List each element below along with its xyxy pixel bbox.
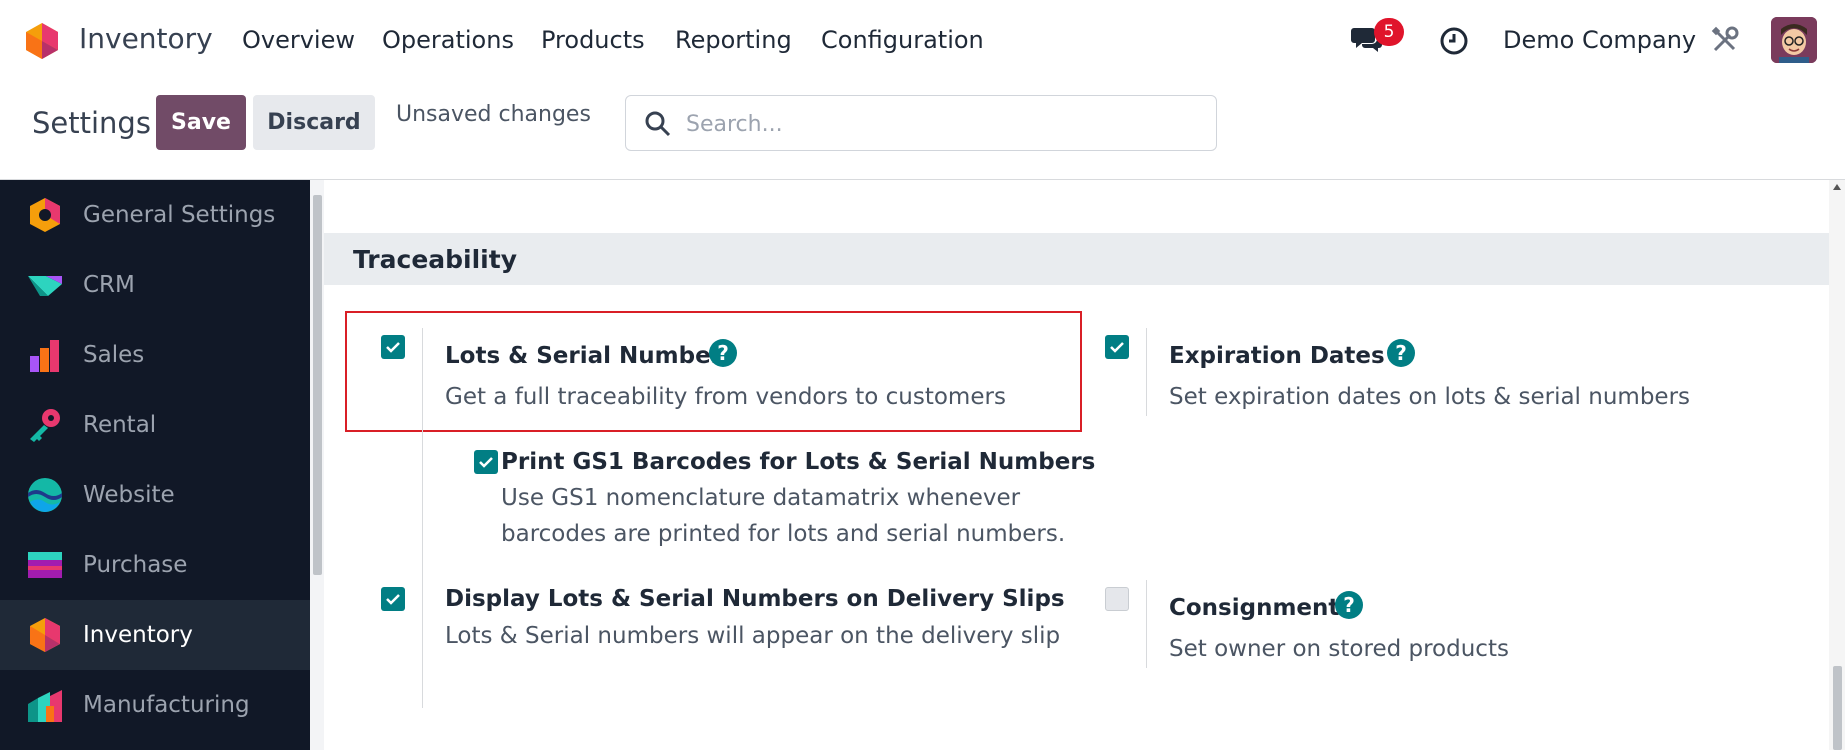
scroll-up-arrow-icon[interactable]	[1833, 184, 1841, 190]
delivery-slips-checkbox[interactable]	[381, 587, 405, 611]
gs1-title: Print GS1 Barcodes for Lots & Serial Num…	[501, 449, 1096, 475]
sidebar-item-label: Purchase	[83, 552, 188, 578]
setting-divider	[1146, 580, 1147, 668]
help-icon[interactable]: ?	[1334, 590, 1364, 620]
help-icon[interactable]: ?	[1386, 338, 1416, 368]
checkmark-icon	[1110, 342, 1124, 353]
crm-icon	[28, 276, 62, 296]
gs1-checkbox[interactable]	[474, 450, 498, 474]
tools-icon[interactable]	[1710, 25, 1740, 55]
sidebar-item-inventory[interactable]: Inventory	[0, 600, 310, 670]
menu-reporting[interactable]: Reporting	[675, 26, 792, 54]
discard-button[interactable]: Discard	[253, 95, 375, 150]
menu-overview[interactable]: Overview	[242, 26, 355, 54]
gs1-desc-line2: barcodes are printed for lots and serial…	[501, 521, 1066, 547]
svg-text:?: ?	[1395, 341, 1407, 365]
delivery-slips-title: Display Lots & Serial Numbers on Deliver…	[445, 586, 1065, 612]
sidebar-item-label: Manufacturing	[83, 692, 250, 718]
highlight-box	[345, 311, 1082, 432]
search-icon	[645, 111, 671, 137]
menu-operations[interactable]: Operations	[382, 26, 514, 54]
purchase-icon	[28, 552, 62, 578]
sidebar-item-crm[interactable]: CRM	[0, 250, 310, 320]
expiration-checkbox[interactable]	[1105, 335, 1129, 359]
section-title: Traceability	[353, 245, 518, 274]
settings-sidebar: General Settings CRM Sales Rental Websit…	[0, 180, 310, 750]
company-switcher[interactable]: Demo Company	[1503, 26, 1696, 54]
checkmark-icon	[386, 594, 400, 605]
sidebar-item-label: Rental	[83, 412, 157, 438]
content-scrollbar[interactable]	[1829, 180, 1845, 750]
rental-icon	[30, 409, 60, 442]
menu-products[interactable]: Products	[541, 26, 645, 54]
lots-serial-title: Lots & Serial Numbers	[445, 343, 736, 369]
sidebar-item-label: General Settings	[83, 202, 276, 228]
general-settings-icon	[30, 198, 60, 232]
svg-text:?: ?	[1343, 593, 1355, 617]
checkmark-icon	[386, 342, 400, 353]
inventory-app-icon[interactable]	[24, 22, 60, 60]
inventory-icon	[30, 618, 60, 652]
sidebar-item-general-settings[interactable]: General Settings	[0, 180, 310, 250]
sidebar-scrollbar[interactable]	[310, 180, 324, 750]
expiration-desc: Set expiration dates on lots & serial nu…	[1169, 384, 1691, 410]
unsaved-status: Unsaved changes	[396, 102, 591, 127]
lots-serial-checkbox[interactable]	[381, 335, 405, 359]
sales-icon	[30, 340, 59, 372]
expiration-title: Expiration Dates	[1169, 343, 1385, 369]
setting-divider	[422, 328, 423, 708]
setting-divider	[1146, 328, 1147, 416]
menu-configuration[interactable]: Configuration	[821, 26, 984, 54]
app-name[interactable]: Inventory	[79, 22, 213, 55]
gs1-desc-line1: Use GS1 nomenclature datamatrix whenever	[501, 485, 1021, 511]
sidebar-item-label: Sales	[83, 342, 145, 368]
sidebar-item-manufacturing[interactable]: Manufacturing	[0, 670, 310, 740]
help-icon[interactable]: ?	[708, 338, 738, 368]
top-navbar: Inventory Overview Operations Products R…	[0, 0, 1845, 80]
page-title: Settings	[32, 106, 151, 140]
user-avatar[interactable]	[1771, 17, 1817, 63]
manufacturing-icon	[28, 690, 62, 722]
sidebar-item-label: CRM	[83, 272, 135, 298]
sidebar-item-website[interactable]: Website	[0, 460, 310, 530]
svg-text:?: ?	[717, 341, 729, 365]
section-header: Traceability	[324, 233, 1829, 285]
sidebar-item-label: Website	[83, 482, 175, 508]
website-icon	[28, 478, 62, 512]
sidebar-item-sales[interactable]: Sales	[0, 320, 310, 390]
lots-serial-desc: Get a full traceability from vendors to …	[445, 384, 1006, 410]
sidebar-item-label: Inventory	[83, 622, 193, 648]
consignment-desc: Set owner on stored products	[1169, 636, 1509, 662]
settings-content: Traceability Lots & Serial Numbers ? Get…	[324, 180, 1829, 750]
sidebar-scrollbar-thumb[interactable]	[313, 195, 322, 575]
clock-icon[interactable]	[1439, 26, 1469, 56]
save-button[interactable]: Save	[156, 95, 246, 150]
sidebar-item-rental[interactable]: Rental	[0, 390, 310, 460]
checkmark-icon	[479, 457, 493, 468]
chat-badge: 5	[1374, 18, 1404, 46]
content-scrollbar-thumb[interactable]	[1833, 666, 1842, 750]
search-box[interactable]	[625, 95, 1217, 151]
consignment-checkbox[interactable]	[1105, 587, 1129, 611]
consignment-title: Consignment	[1169, 595, 1340, 621]
sidebar-item-purchase[interactable]: Purchase	[0, 530, 310, 600]
search-input[interactable]	[686, 106, 1196, 142]
delivery-slips-desc: Lots & Serial numbers will appear on the…	[445, 623, 1061, 649]
control-panel: Settings Save Discard Unsaved changes	[0, 80, 1845, 180]
